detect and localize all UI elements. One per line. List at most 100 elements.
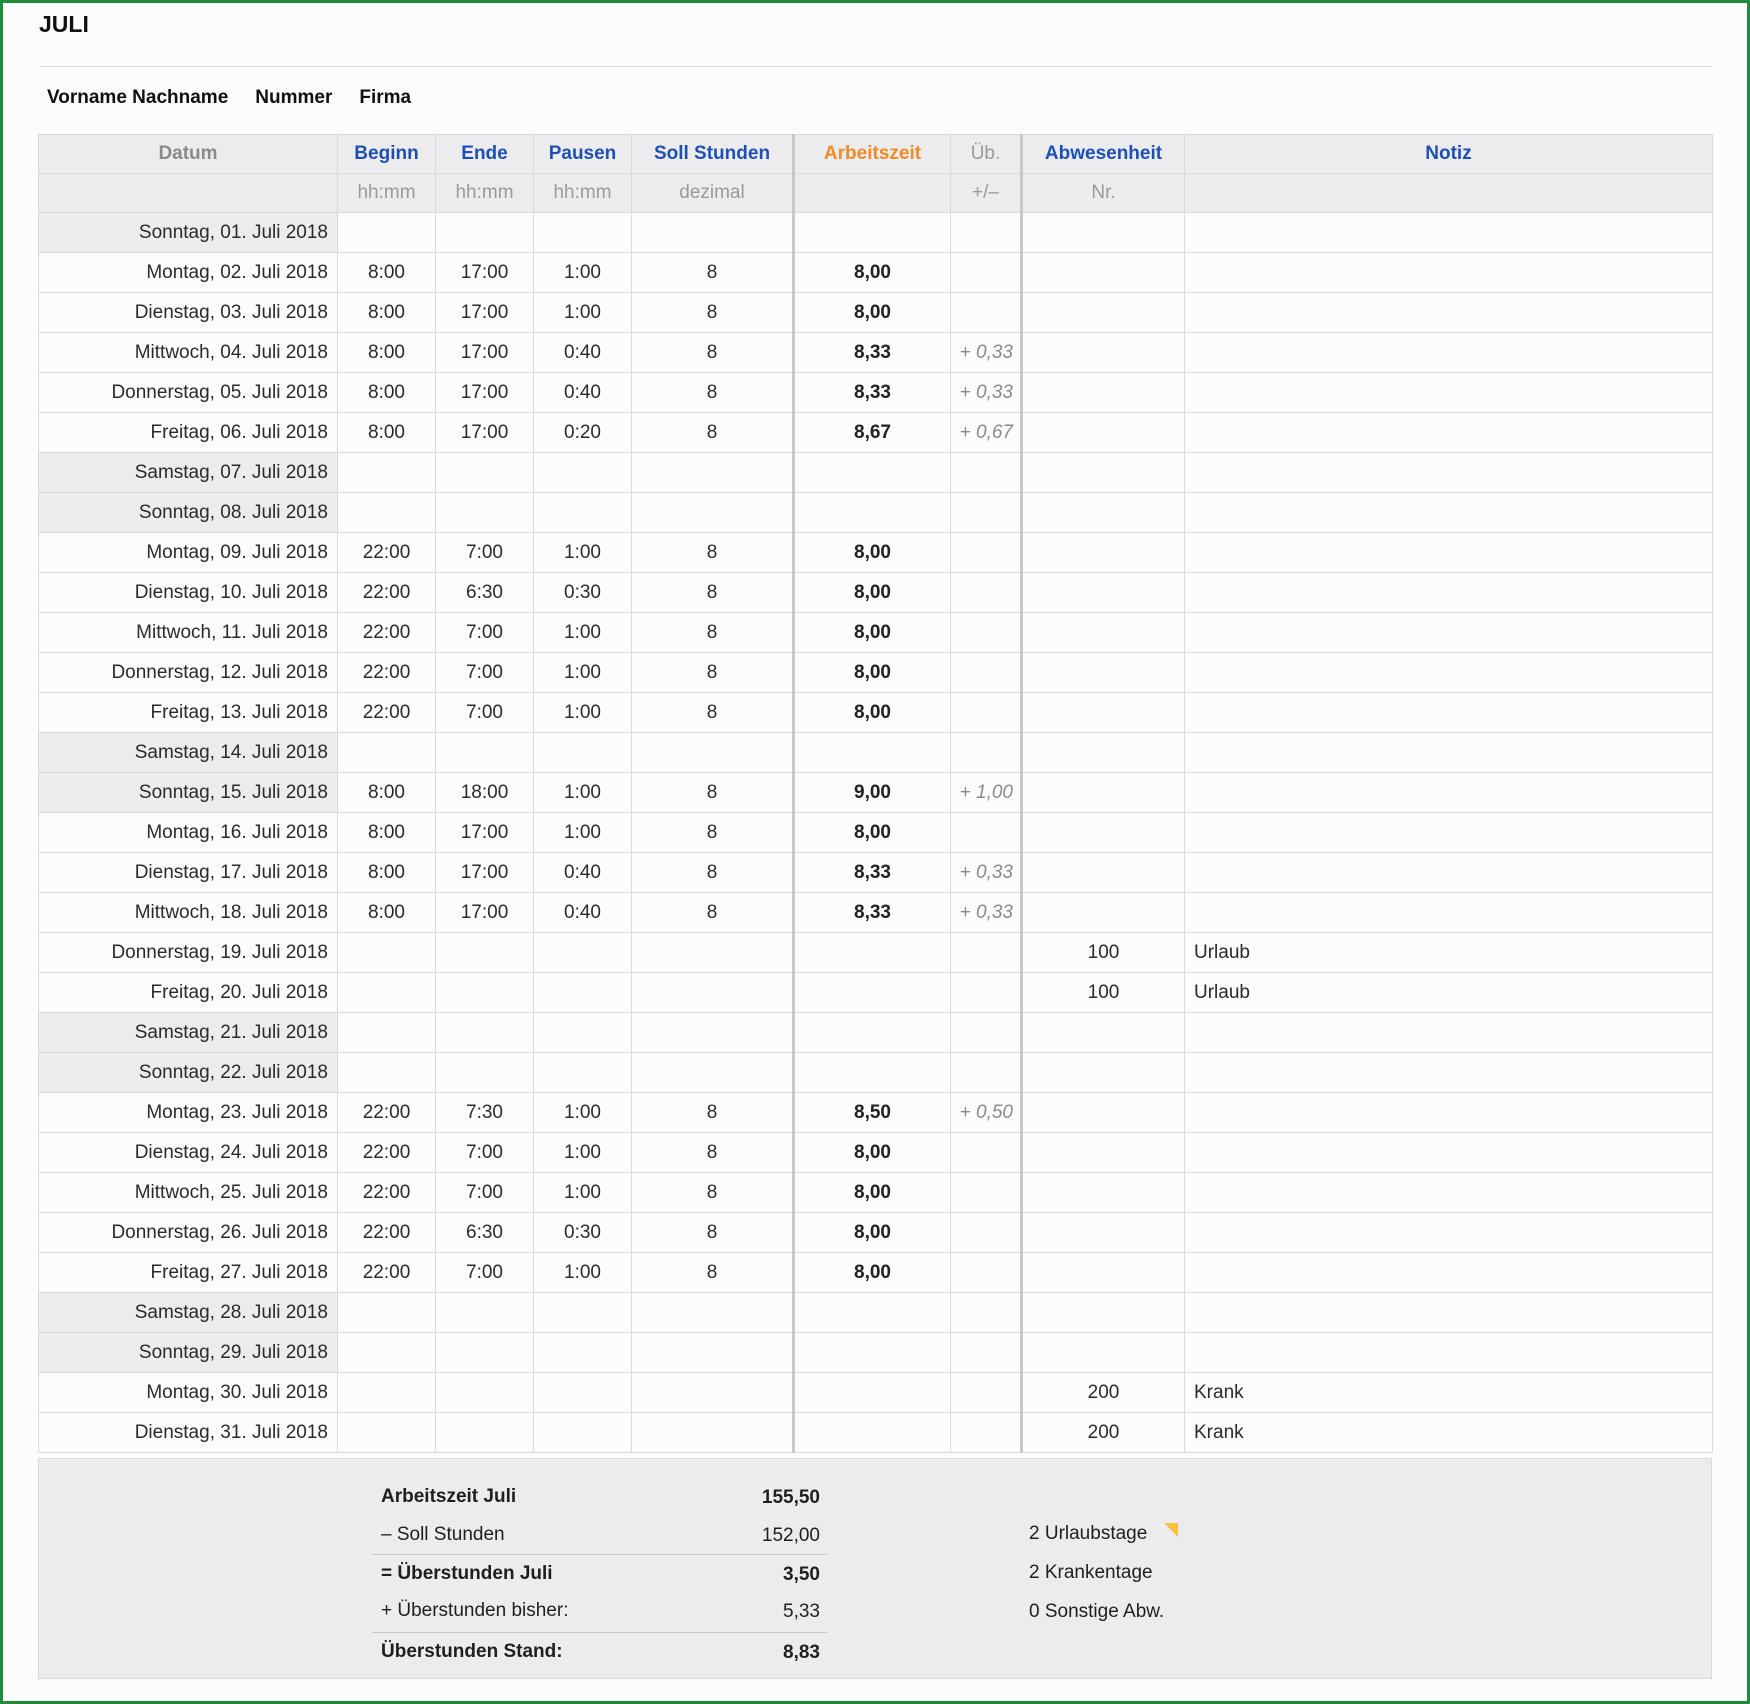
cell-note[interactable] [1184, 332, 1713, 373]
cell-begin[interactable] [337, 1332, 436, 1373]
cell-begin[interactable] [337, 492, 436, 533]
cell-pause[interactable] [533, 972, 632, 1013]
cell-absence[interactable] [1020, 732, 1185, 773]
cell-pause[interactable]: 0:20 [533, 412, 632, 453]
cell-absence[interactable] [1020, 292, 1185, 333]
cell-pause[interactable]: 1:00 [533, 1092, 632, 1133]
cell-end[interactable] [435, 492, 534, 533]
cell-worktime[interactable]: 8,00 [792, 692, 951, 733]
cell-end[interactable]: 17:00 [435, 812, 534, 853]
cell-note[interactable]: Krank [1184, 1372, 1713, 1413]
cell-absence[interactable] [1020, 1172, 1185, 1213]
cell-pause[interactable] [533, 1332, 632, 1373]
cell-absence[interactable] [1020, 332, 1185, 373]
cell-overtime[interactable] [950, 252, 1022, 293]
cell-soll[interactable] [631, 212, 794, 253]
cell-worktime[interactable] [792, 1012, 951, 1053]
cell-worktime[interactable]: 8,00 [792, 612, 951, 653]
cell-soll[interactable] [631, 1012, 794, 1053]
cell-overtime[interactable]: + 0,33 [950, 332, 1022, 373]
cell-absence[interactable] [1020, 812, 1185, 853]
cell-soll[interactable]: 8 [631, 692, 794, 733]
cell-absence[interactable] [1020, 892, 1185, 933]
cell-note[interactable] [1184, 892, 1713, 933]
cell-absence[interactable] [1020, 1052, 1185, 1093]
cell-end[interactable]: 7:00 [435, 1132, 534, 1173]
cell-end[interactable] [435, 212, 534, 253]
cell-note[interactable] [1184, 532, 1713, 573]
cell-worktime[interactable]: 8,00 [792, 572, 951, 613]
cell-absence[interactable] [1020, 1212, 1185, 1253]
cell-absence[interactable] [1020, 852, 1185, 893]
cell-worktime[interactable] [792, 1412, 951, 1453]
cell-absence[interactable] [1020, 212, 1185, 253]
cell-end[interactable] [435, 932, 534, 973]
cell-note[interactable] [1184, 572, 1713, 613]
cell-overtime[interactable] [950, 292, 1022, 333]
cell-note[interactable] [1184, 1092, 1713, 1133]
cell-pause[interactable]: 1:00 [533, 1252, 632, 1293]
cell-overtime[interactable] [950, 492, 1022, 533]
cell-overtime[interactable] [950, 1332, 1022, 1373]
cell-absence[interactable]: 100 [1020, 972, 1185, 1013]
cell-pause[interactable]: 1:00 [533, 1132, 632, 1173]
cell-soll[interactable]: 8 [631, 292, 794, 333]
cell-begin[interactable] [337, 732, 436, 773]
cell-overtime[interactable] [950, 1372, 1022, 1413]
cell-begin[interactable]: 8:00 [337, 292, 436, 333]
cell-overtime[interactable] [950, 652, 1022, 693]
cell-note[interactable] [1184, 452, 1713, 493]
cell-end[interactable]: 17:00 [435, 372, 534, 413]
cell-overtime[interactable] [950, 1212, 1022, 1253]
cell-note[interactable] [1184, 372, 1713, 413]
cell-note[interactable]: Urlaub [1184, 932, 1713, 973]
cell-absence[interactable] [1020, 1012, 1185, 1053]
cell-note[interactable] [1184, 1212, 1713, 1253]
cell-soll[interactable]: 8 [631, 332, 794, 373]
cell-end[interactable]: 7:00 [435, 532, 534, 573]
cell-soll[interactable] [631, 972, 794, 1013]
cell-overtime[interactable] [950, 1012, 1022, 1053]
cell-note[interactable] [1184, 1172, 1713, 1213]
cell-soll[interactable]: 8 [631, 652, 794, 693]
cell-overtime[interactable] [950, 212, 1022, 253]
cell-soll[interactable] [631, 1332, 794, 1373]
cell-pause[interactable]: 0:40 [533, 372, 632, 413]
cell-absence[interactable] [1020, 772, 1185, 813]
cell-end[interactable]: 6:30 [435, 1212, 534, 1253]
cell-note[interactable] [1184, 1052, 1713, 1093]
cell-end[interactable]: 18:00 [435, 772, 534, 813]
cell-worktime[interactable]: 8,00 [792, 1212, 951, 1253]
cell-overtime[interactable] [950, 692, 1022, 733]
cell-pause[interactable]: 0:40 [533, 852, 632, 893]
employee-number[interactable]: Nummer [255, 87, 332, 109]
cell-overtime[interactable] [950, 812, 1022, 853]
cell-soll[interactable] [631, 932, 794, 973]
cell-soll[interactable]: 8 [631, 892, 794, 933]
cell-overtime[interactable] [950, 1172, 1022, 1213]
cell-note[interactable] [1184, 1332, 1713, 1373]
cell-end[interactable] [435, 732, 534, 773]
cell-absence[interactable] [1020, 652, 1185, 693]
cell-absence[interactable] [1020, 412, 1185, 453]
cell-worktime[interactable] [792, 1292, 951, 1333]
cell-pause[interactable] [533, 1412, 632, 1453]
cell-overtime[interactable] [950, 572, 1022, 613]
cell-note[interactable] [1184, 652, 1713, 693]
cell-soll[interactable]: 8 [631, 372, 794, 413]
cell-worktime[interactable] [792, 1052, 951, 1093]
cell-soll[interactable] [631, 1372, 794, 1413]
cell-overtime[interactable] [950, 932, 1022, 973]
cell-soll[interactable] [631, 732, 794, 773]
cell-pause[interactable] [533, 1292, 632, 1333]
cell-end[interactable] [435, 1052, 534, 1093]
cell-overtime[interactable] [950, 1412, 1022, 1453]
cell-worktime[interactable] [792, 452, 951, 493]
cell-overtime[interactable] [950, 532, 1022, 573]
cell-soll[interactable]: 8 [631, 612, 794, 653]
cell-overtime[interactable] [950, 972, 1022, 1013]
cell-begin[interactable] [337, 1012, 436, 1053]
cell-absence[interactable] [1020, 452, 1185, 493]
cell-soll[interactable] [631, 1052, 794, 1093]
cell-begin[interactable]: 22:00 [337, 612, 436, 653]
